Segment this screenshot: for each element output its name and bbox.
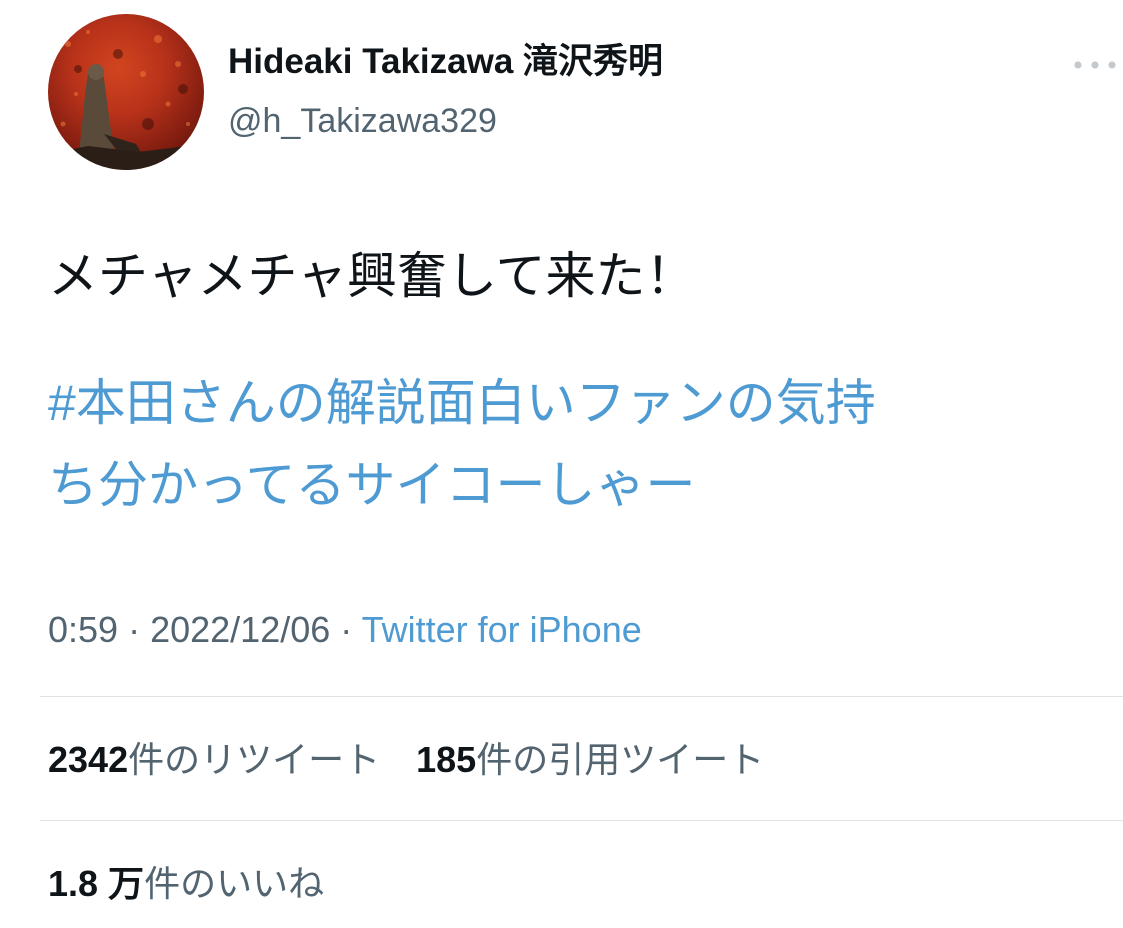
divider	[40, 820, 1123, 821]
tweet-meta: 0:59 · 2022/12/06 · Twitter for iPhone	[48, 612, 642, 648]
avatar-image	[48, 30, 204, 170]
tweet-text: メチャメチャ興奮して来た！	[48, 248, 696, 304]
tweet-time[interactable]: 0:59	[48, 609, 118, 650]
meta-separator: ·	[330, 609, 362, 650]
likes-count: 1.8 万	[48, 863, 145, 904]
tweet-date[interactable]: 2022/12/06	[150, 609, 330, 650]
quotes-stat[interactable]: 185件の引用ツイート	[416, 742, 764, 778]
tweet-source-link[interactable]: Twitter for iPhone	[362, 609, 642, 650]
hashtag-line-1: #本田さんの解説面白いファンの気持	[48, 375, 876, 431]
quotes-count: 185	[416, 739, 477, 780]
retweets-label: 件のリツイート	[128, 739, 381, 780]
hashtag-line-2: ち分かってるサイコーしゃー	[48, 457, 696, 513]
retweet-stats-row: 2342件のリツイート 185件の引用ツイート	[48, 742, 764, 778]
retweets-stat[interactable]: 2342件のリツイート	[48, 742, 380, 778]
more-dots-icon	[1074, 61, 1116, 69]
likes-stat[interactable]: 1.8 万件のいいね	[48, 866, 324, 902]
meta-separator: ·	[118, 609, 151, 650]
likes-stats-row: 1.8 万件のいいね	[48, 866, 324, 902]
quotes-label: 件の引用ツイート	[476, 739, 765, 780]
hashtag-link[interactable]: #本田さんの解説面白いファンの気持 ち分かってるサイコーしゃー	[48, 362, 1108, 526]
more-options-button[interactable]	[1068, 50, 1122, 80]
author-handle[interactable]: @h_Takizawa329	[228, 104, 497, 138]
likes-label: 件のいいね	[144, 863, 325, 904]
retweets-count: 2342	[48, 739, 129, 780]
author-display-name[interactable]: Hideaki Takizawa 滝沢秀明	[228, 44, 663, 79]
divider	[40, 696, 1123, 697]
avatar[interactable]	[48, 14, 204, 170]
